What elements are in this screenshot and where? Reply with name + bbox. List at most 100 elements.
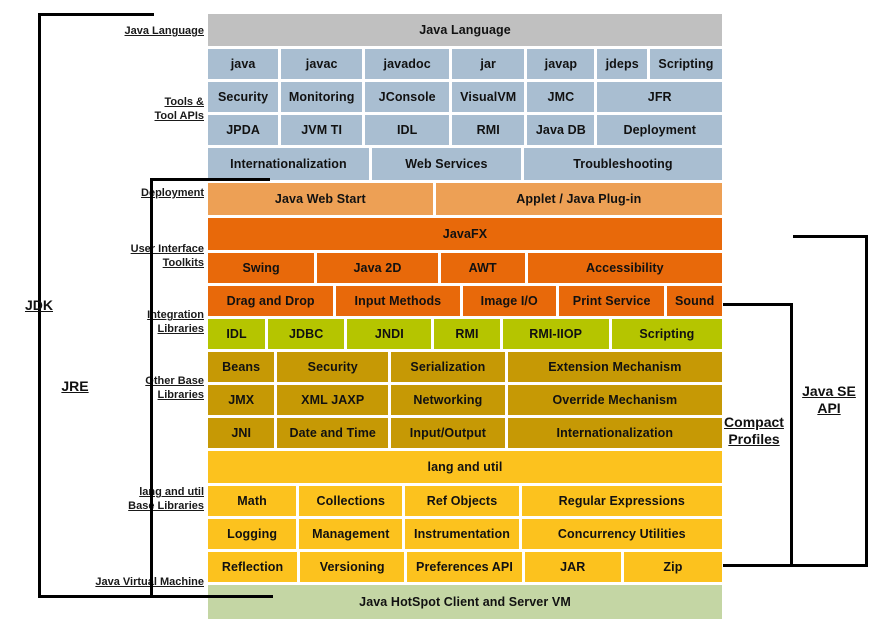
cell-security-tool: Security (208, 82, 279, 112)
band-tools-3: JPDA JVM TI IDL RMI Java DB Deployment (208, 115, 722, 145)
cell-swing: Swing (208, 253, 315, 283)
jdk-bracket-top-arm (38, 13, 154, 16)
row-label-java-language: Java Language (124, 25, 204, 37)
java-se-api-bracket-bottom-arm (793, 564, 868, 567)
row-label-tools-tool-apis: Tools & Tool APIs (154, 96, 205, 122)
band-otherbase-2: JMX XML JAXP Networking Override Mechani… (208, 385, 722, 415)
cell-concurrency-utilities: Concurrency Utilities (521, 519, 722, 549)
cell-jdbc: JDBC (268, 319, 345, 349)
band-tools-1: java javac javadoc jar javap jdeps Scrip… (208, 49, 722, 79)
band-tools-2: Security Monitoring JConsole VisualVM JM… (208, 82, 722, 112)
band-base-1: Math Collections Ref Objects Regular Exp… (208, 486, 722, 516)
bracket-label-compact-profiles: Compact Profiles (724, 414, 784, 447)
cell-serialization: Serialization (391, 352, 505, 382)
jre-bracket-bottom-arm (150, 595, 273, 598)
band-integration: IDL JDBC JNDI RMI RMI-IIOP Scripting (208, 319, 722, 349)
cell-idl-tool: IDL (365, 115, 450, 145)
cell-versioning: Versioning (300, 552, 405, 582)
cell-input-output: Input/Output (391, 418, 505, 448)
cell-lang-and-util: lang and util (208, 451, 722, 483)
cell-java-hotspot-vm: Java HotSpot Client and Server VM (208, 585, 722, 619)
compact-profiles-bracket-top-arm (723, 303, 793, 306)
compact-profiles-bracket-vertical (790, 303, 793, 567)
cell-ref-objects: Ref Objects (405, 486, 519, 516)
cell-jmc: JMC (527, 82, 595, 112)
cell-internationalization-tool: Internationalization (208, 148, 369, 180)
java-se-api-bracket-vertical (865, 235, 868, 567)
cell-print-service: Print Service (558, 286, 665, 316)
cell-networking: Networking (391, 385, 505, 415)
cell-regular-expressions: Regular Expressions (521, 486, 722, 516)
cell-jfr: JFR (597, 82, 722, 112)
cell-preferences-api: Preferences API (407, 552, 522, 582)
cell-image-io: Image I/O (462, 286, 556, 316)
cell-rmi-iiop: RMI-IIOP (502, 319, 609, 349)
cell-security: Security (277, 352, 389, 382)
band-javafx: JavaFX (208, 218, 722, 250)
cell-scripting: Scripting (611, 319, 722, 349)
cell-xml-jaxp: XML JAXP (277, 385, 389, 415)
cell-extension-mechanism: Extension Mechanism (507, 352, 722, 382)
band-jvm: Java HotSpot Client and Server VM (208, 585, 722, 619)
cell-web-services: Web Services (371, 148, 521, 180)
cell-jar: jar (452, 49, 525, 79)
bracket-label-jre: JRE (61, 378, 89, 394)
band-otherbase-3: JNI Date and Time Input/Output Internati… (208, 418, 722, 448)
cell-javap: javap (527, 49, 595, 79)
cell-jar-lib: JAR (524, 552, 621, 582)
cell-jdeps: jdeps (597, 49, 647, 79)
row-label-integration-libraries: Integration Libraries (147, 309, 204, 335)
cell-javafx: JavaFX (208, 218, 722, 250)
cell-jni: JNI (208, 418, 275, 448)
cell-sound: Sound (667, 286, 722, 316)
platform-stack: Java Language java javac javadoc jar jav… (208, 14, 723, 622)
cell-accessibility: Accessibility (527, 253, 723, 283)
row-label-deployment: Deployment (141, 187, 204, 199)
band-langutil: lang and util (208, 451, 722, 483)
row-label-lang-util-base-libraries: lang and util Base Libraries (128, 486, 204, 512)
cell-visualvm: VisualVM (452, 82, 525, 112)
cell-override-mechanism: Override Mechanism (507, 385, 722, 415)
cell-logging: Logging (208, 519, 297, 549)
cell-input-methods: Input Methods (336, 286, 460, 316)
cell-collections: Collections (299, 486, 403, 516)
band-base-2: Logging Management Instrumentation Concu… (208, 519, 722, 549)
cell-management: Management (299, 519, 403, 549)
cell-monitoring: Monitoring (281, 82, 363, 112)
band-tools-4: Internationalization Web Services Troubl… (208, 148, 722, 180)
cell-jconsole: JConsole (365, 82, 450, 112)
jre-bracket-top-arm (150, 178, 270, 181)
compact-profiles-bracket-bottom-arm (723, 564, 793, 567)
cell-jndi: JNDI (347, 319, 432, 349)
cell-scripting-tool: Scripting (649, 49, 722, 79)
cell-jvm-ti: JVM TI (281, 115, 363, 145)
cell-java: java (208, 49, 279, 79)
cell-javac: javac (281, 49, 363, 79)
cell-math: Math (208, 486, 297, 516)
cell-awt: AWT (440, 253, 525, 283)
cell-jpda: JPDA (208, 115, 279, 145)
band-ui-1: Swing Java 2D AWT Accessibility (208, 253, 723, 283)
java-se-api-bracket-top-arm (793, 235, 868, 238)
cell-internationalization: Internationalization (507, 418, 722, 448)
cell-java-2d: Java 2D (317, 253, 438, 283)
cell-rmi-tool: RMI (452, 115, 525, 145)
bracket-label-java-se-api: Java SE API (802, 383, 856, 416)
cell-java-language: Java Language (208, 14, 722, 46)
jre-bracket-vertical (150, 178, 153, 598)
cell-deployment-tool: Deployment (597, 115, 722, 145)
java-platform-diagram: Java Language Tools & Tool APIs Deployme… (0, 0, 886, 619)
cell-date-and-time: Date and Time (277, 418, 389, 448)
row-label-user-interface-toolkits: User Interface Toolkits (130, 243, 204, 269)
cell-javadoc: javadoc (365, 49, 450, 79)
band-otherbase-1: Beans Security Serialization Extension M… (208, 352, 722, 382)
band-deployment: Java Web Start Applet / Java Plug-in (208, 183, 722, 215)
band-base-3: Reflection Versioning Preferences API JA… (208, 552, 722, 582)
bracket-label-jdk: JDK (24, 297, 53, 313)
band-java-language: Java Language (208, 14, 722, 46)
cell-java-db: Java DB (527, 115, 595, 145)
row-label-java-virtual-machine: Java Virtual Machine (95, 576, 204, 588)
cell-drag-and-drop: Drag and Drop (208, 286, 334, 316)
cell-instrumentation: Instrumentation (405, 519, 519, 549)
cell-applet-java-plugin: Applet / Java Plug-in (435, 183, 722, 215)
